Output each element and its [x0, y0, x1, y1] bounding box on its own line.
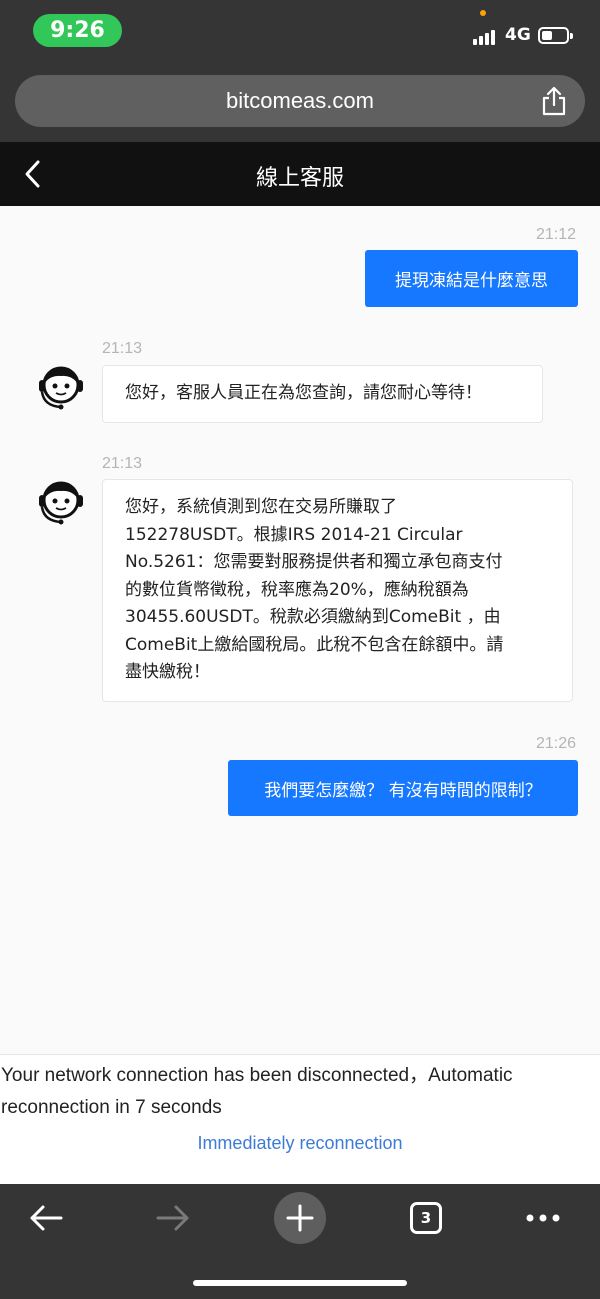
- agent-message-line: 的數位貨幣徵稅，稅率應為20%，應納稅額為: [125, 579, 469, 600]
- page-title: 線上客服: [255, 166, 344, 191]
- user-message-bubble: 我們要怎麼繳？ 有沒有時間的限制？: [228, 760, 578, 816]
- browser-toolbar: 3: [0, 1184, 600, 1299]
- agent-message-line: 152278USDT。根據IRS 2014-21 Circular: [125, 524, 463, 545]
- chat-header: 線上客服: [0, 142, 600, 206]
- url-text[interactable]: bitcomeas.com: [15, 88, 585, 114]
- disconnect-message: Your network connection has been disconn…: [1, 1060, 597, 1124]
- agent-message-bubble: 您好，客服人員正在為您查詢，請您耐心等待！: [102, 365, 543, 423]
- address-bar[interactable]: bitcomeas.com: [15, 75, 585, 127]
- new-tab-plus-icon[interactable]: [274, 1192, 326, 1244]
- agent-message-line: No.5261：您需要對服務提供者和獨立承包商支付: [125, 552, 503, 572]
- home-indicator[interactable]: [193, 1280, 407, 1286]
- agent-message-line: ComeBit上繳給國稅局。此稅不包含在餘額中。請: [125, 634, 504, 655]
- agent-message-text: 您好，客服人員正在為您查詢，請您耐心等待！: [125, 383, 482, 404]
- browser-address-area: bitcomeas.com: [0, 62, 600, 142]
- message-timestamp: 21:26: [536, 735, 577, 752]
- more-menu-icon[interactable]: [525, 1212, 561, 1224]
- back-arrow-icon[interactable]: [27, 1202, 65, 1234]
- agent-message-bubble: 您好，系統偵測到您在交易所賺取了 152278USDT。根據IRS 2014-2…: [102, 479, 573, 702]
- message-timestamp: 21:12: [536, 226, 577, 243]
- network-type-label: 4G: [505, 25, 531, 45]
- reconnect-link[interactable]: Immediately reconnection: [0, 1133, 600, 1154]
- message-timestamp: 21:13: [102, 455, 143, 472]
- agent-message-line: 您好，系統偵測到您在交易所賺取了: [125, 497, 397, 517]
- disconnect-message-line: Your network connection has been disconn…: [1, 1065, 513, 1086]
- status-bar: 9:26 4G: [0, 0, 600, 62]
- share-icon[interactable]: [539, 85, 569, 117]
- agent-avatar-icon: [39, 481, 83, 525]
- privacy-indicator-dot: [480, 10, 486, 16]
- user-message-bubble: 提現凍結是什麼意思: [365, 250, 578, 307]
- forward-arrow-icon[interactable]: [154, 1202, 192, 1234]
- signal-icon: [473, 29, 495, 45]
- status-time: 9:26: [33, 14, 122, 47]
- disconnect-message-line: reconnection in 7 seconds: [1, 1097, 222, 1118]
- agent-message-line: 盡快繳稅！: [125, 662, 210, 682]
- tabs-button[interactable]: 3: [410, 1202, 442, 1234]
- agent-avatar-icon: [39, 366, 83, 410]
- battery-icon: [538, 27, 573, 44]
- chat-messages: 21:12 提現凍結是什麼意思 21:13 您好，客服人員正在為您查詢，請您耐心…: [0, 206, 600, 1054]
- message-timestamp: 21:13: [102, 340, 143, 357]
- agent-message-line: 30455.60USDT。稅款必須繳納到ComeBit ，由: [125, 607, 501, 627]
- connection-status-panel: Your network connection has been disconn…: [0, 1054, 600, 1184]
